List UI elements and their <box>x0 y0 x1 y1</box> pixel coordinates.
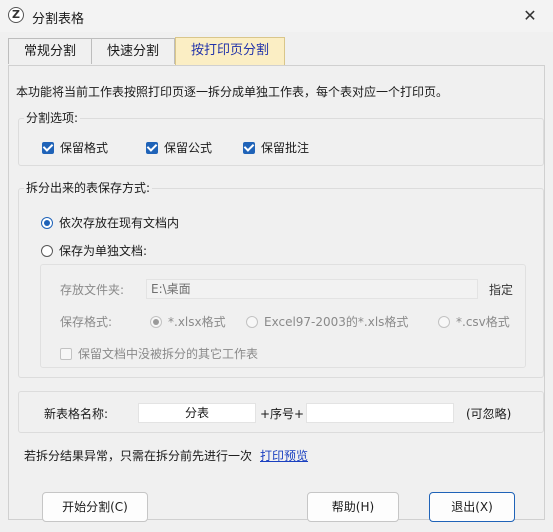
radio-selected-icon <box>150 315 162 328</box>
radio-unselected-icon <box>438 315 450 328</box>
folder-path-field[interactable]: E:\桌面 <box>146 279 478 299</box>
save-separate-doc-radio[interactable]: 保存为单独文档: <box>41 242 147 259</box>
format-xlsx-radio[interactable]: *.xlsx格式 <box>150 313 226 330</box>
tab-quick-split[interactable]: 快速分割 <box>91 38 175 64</box>
name-suffix-input[interactable] <box>306 403 454 423</box>
checkbox-checked-icon <box>146 141 158 154</box>
checkbox-checked-icon <box>243 141 255 154</box>
print-preview-link[interactable]: 打印预览 <box>260 447 308 464</box>
new-sheet-name-label: 新表格名称: <box>44 407 109 421</box>
help-button[interactable]: 帮助(H) <box>307 492 399 522</box>
app-logo-icon <box>8 7 24 23</box>
save-in-current-doc-radio[interactable]: 依次存放在现有文档内 <box>41 214 179 231</box>
name-prefix-input[interactable]: 分表 <box>138 403 256 423</box>
window-title: 分割表格 <box>32 12 85 27</box>
feature-description: 本功能将当前工作表按照打印页逐一拆分成单独工作表，每个表对应一个打印页。 <box>16 85 449 99</box>
folder-label: 存放文件夹: <box>60 283 125 297</box>
radio-selected-icon <box>41 216 53 229</box>
radio-unselected-icon <box>41 244 53 257</box>
save-mode-label: 拆分出来的表保存方式: <box>24 179 153 196</box>
start-split-button[interactable]: 开始分割(C) <box>42 492 148 522</box>
keep-other-sheets-checkbox[interactable]: 保留文档中没被拆分的其它工作表 <box>60 345 258 362</box>
tab-regular-split[interactable]: 常规分割 <box>8 38 92 64</box>
checkbox-unchecked-icon <box>60 347 72 360</box>
split-options-label: 分割选项: <box>24 109 81 126</box>
close-button[interactable]: ✕ <box>507 0 553 32</box>
format-xls-radio[interactable]: Excel97-2003的*.xls格式 <box>246 313 408 330</box>
keep-comments-checkbox[interactable]: 保留批注 <box>243 139 309 156</box>
format-label: 保存格式: <box>60 315 113 329</box>
title-bar: 分割表格 ✕ <box>0 0 553 32</box>
keep-format-checkbox[interactable]: 保留格式 <box>42 139 108 156</box>
sequence-label: +序号+ <box>260 407 305 421</box>
optional-hint: (可忽略) <box>466 407 512 421</box>
tab-split-by-print-page[interactable]: 按打印页分割 <box>175 37 285 65</box>
keep-formula-checkbox[interactable]: 保留公式 <box>146 139 212 156</box>
hint-text: 若拆分结果异常，只需在拆分前先进行一次 <box>24 449 253 463</box>
exit-button[interactable]: 退出(X) <box>429 492 515 522</box>
checkbox-checked-icon <box>42 141 54 154</box>
format-csv-radio[interactable]: *.csv格式 <box>438 313 510 330</box>
choose-folder-button[interactable]: 指定 <box>489 281 513 298</box>
radio-unselected-icon <box>246 315 258 328</box>
